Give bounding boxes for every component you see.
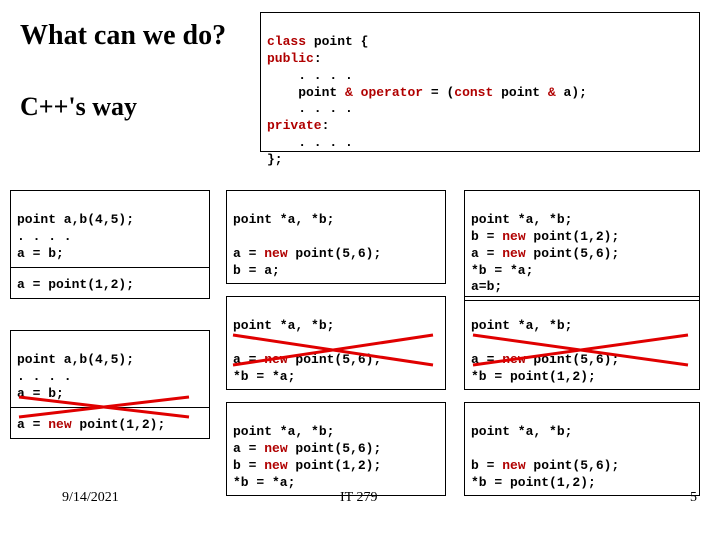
code-line: a = new point(5,6);	[233, 246, 381, 261]
code-line: point *a, *b;	[233, 424, 334, 439]
code-line: b = a;	[233, 263, 280, 278]
code-line: b = new point(5,6);	[471, 458, 619, 473]
mid-code-1: point *a, *b; a = new point(5,6); b = a;	[226, 190, 446, 284]
code-block: a = point(1,2);	[17, 277, 134, 292]
code-line: a = new point(5,6);	[471, 246, 619, 261]
code-line: *b = *a;	[233, 475, 295, 490]
code-line	[471, 441, 479, 456]
code-line: *b = point(1,2);	[471, 369, 596, 384]
code-line: . . . .	[267, 68, 353, 83]
mid-code-3: point *a, *b; a = new point(5,6); b = ne…	[226, 402, 446, 496]
code-line: a = new point(5,6);	[233, 441, 381, 456]
code-line	[233, 229, 241, 244]
code-line: *b = *a;	[471, 263, 533, 278]
code-line: point *a, *b;	[233, 212, 334, 227]
class-definition-box: class point { public: . . . . point & op…	[260, 12, 700, 152]
right-code-1: point *a, *b; b = new point(1,2); a = ne…	[464, 190, 700, 301]
code-line: point & operator = (const point & a);	[267, 85, 587, 100]
code-block: point a,b(4,5); . . . . a = b;	[17, 352, 134, 401]
page-title: What can we do?	[20, 20, 226, 52]
footer-date: 9/14/2021	[62, 490, 119, 506]
footer-page-number: 5	[690, 490, 697, 506]
code-line: point *a, *b;	[233, 318, 334, 333]
code-line: a=b;	[471, 279, 502, 294]
mid-code-2: point *a, *b; a = new point(5,6); *b = *…	[226, 296, 446, 390]
code-line: . . . .	[267, 135, 353, 150]
left-code-2b: a = new point(1,2);	[10, 396, 210, 439]
code-line: point *a, *b;	[471, 424, 572, 439]
code-line	[233, 335, 241, 350]
footer-center: IT 279	[340, 490, 377, 506]
code-line: b = new point(1,2);	[233, 458, 381, 473]
left-code-1b: a = point(1,2);	[10, 256, 210, 299]
code-line: public:	[267, 51, 322, 66]
code-line: private:	[267, 118, 329, 133]
code-line: *b = point(1,2);	[471, 475, 596, 490]
code-line	[471, 335, 479, 350]
code-line: point *a, *b;	[471, 318, 572, 333]
code-block: point a,b(4,5); . . . . a = b;	[17, 212, 134, 261]
code-line: a = new point(1,2);	[17, 417, 165, 432]
code-line: point *a, *b;	[471, 212, 572, 227]
code-line: b = new point(1,2);	[471, 229, 619, 244]
right-code-2: point *a, *b; a = new point(5,6); *b = p…	[464, 296, 700, 390]
code-line: };	[267, 152, 283, 167]
page-subtitle: C++'s way	[20, 92, 137, 122]
code-line: *b = *a;	[233, 369, 295, 384]
code-line: class point {	[267, 34, 368, 49]
code-line: . . . .	[267, 101, 353, 116]
code-line: a = new point(5,6);	[471, 352, 619, 367]
code-line: a = new point(5,6);	[233, 352, 381, 367]
right-code-3: point *a, *b; b = new point(5,6); *b = p…	[464, 402, 700, 496]
